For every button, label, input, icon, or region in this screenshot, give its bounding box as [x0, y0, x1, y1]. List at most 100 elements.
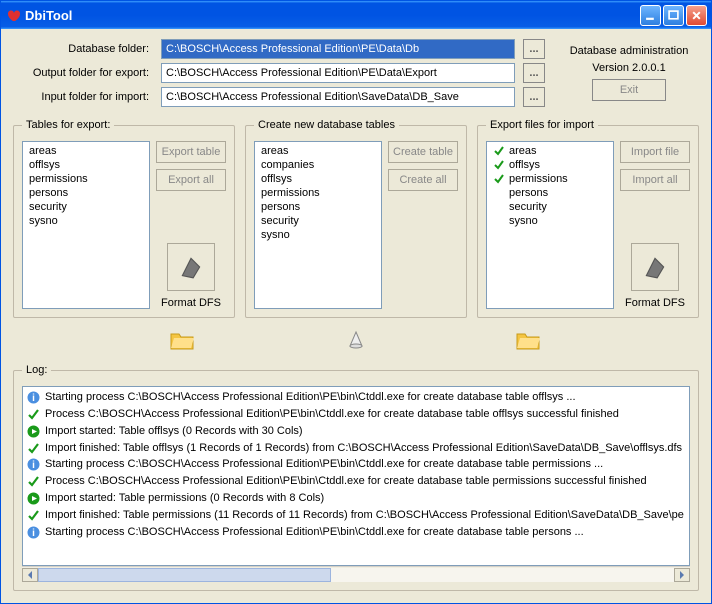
list-item[interactable]: areas [23, 144, 149, 158]
log-row[interactable]: i Starting process C:\BOSCH\Access Profes… [23, 456, 689, 473]
folder-open-left-icon[interactable] [169, 328, 197, 355]
list-item-label: areas [509, 145, 537, 157]
log-text: Import started: Table permissions (0 Rec… [45, 491, 685, 506]
format-dfs-export-label: Format DFS [161, 297, 221, 309]
info-icon: i [27, 458, 41, 471]
list-item[interactable]: offlsys [487, 158, 613, 172]
list-item[interactable]: areas [255, 144, 381, 158]
exit-button[interactable]: Exit [592, 79, 666, 101]
export-panel: Tables for export: areasofflsyspermissio… [13, 119, 235, 318]
export-all-button[interactable]: Export all [156, 169, 226, 191]
svg-text:i: i [32, 393, 35, 404]
log-listbox[interactable]: i Starting process C:\BOSCH\Access Profes… [22, 386, 690, 566]
format-dfs-import-button[interactable] [631, 243, 679, 291]
list-item[interactable]: permissions [255, 186, 381, 200]
play-icon [27, 492, 41, 505]
scroll-left-button[interactable] [22, 568, 38, 582]
import-legend: Export files for import [486, 119, 598, 131]
list-item[interactable]: offlsys [255, 172, 381, 186]
create-all-button[interactable]: Create all [388, 169, 458, 191]
log-text: Import finished: Table offlsys (1 Record… [45, 441, 685, 456]
list-item[interactable]: areas [487, 144, 613, 158]
log-row[interactable]: Import finished: Table offlsys (1 Record… [23, 440, 689, 457]
list-item[interactable]: persons [23, 186, 149, 200]
import-listbox[interactable]: areas offlsys permissionspersonssecuritysy… [486, 141, 614, 309]
check-icon [493, 145, 505, 157]
maximize-button[interactable] [663, 5, 684, 26]
check-icon [493, 159, 505, 171]
list-item[interactable]: security [23, 200, 149, 214]
list-item[interactable]: offlsys [23, 158, 149, 172]
dbfolder-browse-button[interactable]: ... [523, 39, 545, 59]
log-hscrollbar[interactable] [22, 566, 690, 582]
list-item-label: offlsys [509, 159, 540, 171]
ok-icon [27, 509, 41, 522]
list-item-label: permissions [509, 173, 568, 185]
format-dfs-export-button[interactable] [167, 243, 215, 291]
format-dfs-import-label: Format DFS [625, 297, 685, 309]
log-text: Import started: Table offlsys (0 Records… [45, 424, 685, 439]
list-item[interactable]: permissions [487, 172, 613, 186]
dbfolder-input[interactable] [161, 39, 515, 59]
import-file-button[interactable]: Import file [620, 141, 690, 163]
dbfolder-label: Database folder: [13, 43, 153, 55]
list-item[interactable]: sysno [255, 228, 381, 242]
log-row[interactable]: i Starting process C:\BOSCH\Access Profes… [23, 524, 689, 541]
ok-icon [27, 408, 41, 421]
info-icon: i [27, 391, 41, 404]
list-item[interactable]: persons [255, 200, 381, 214]
list-item[interactable]: sysno [23, 214, 149, 228]
info-icon: i [27, 526, 41, 539]
log-text: Process C:\BOSCH\Access Professional Edi… [45, 407, 685, 422]
app-icon [5, 7, 21, 23]
cursor-cone-icon [347, 330, 365, 353]
list-item-label: security [509, 201, 547, 213]
check-icon [493, 173, 505, 185]
ok-icon [27, 442, 41, 455]
export-listbox[interactable]: areasofflsyspermissionspersonssecuritysy… [22, 141, 150, 309]
ok-icon [27, 475, 41, 488]
log-row[interactable]: Import started: Table permissions (0 Rec… [23, 490, 689, 507]
folder-open-right-icon[interactable] [515, 328, 543, 355]
log-text: Process C:\BOSCH\Access Professional Edi… [45, 474, 685, 489]
close-button[interactable] [686, 5, 707, 26]
list-item[interactable]: persons [487, 186, 613, 200]
list-item[interactable]: security [487, 200, 613, 214]
play-icon [27, 425, 41, 438]
create-legend: Create new database tables [254, 119, 399, 131]
import-all-button[interactable]: Import all [620, 169, 690, 191]
log-row[interactable]: Import finished: Table permissions (11 R… [23, 507, 689, 524]
infolder-browse-button[interactable]: ... [523, 87, 545, 107]
export-table-button[interactable]: Export table [156, 141, 226, 163]
list-item[interactable]: permissions [23, 172, 149, 186]
create-listbox[interactable]: areascompaniesofflsyspermissionspersonss… [254, 141, 382, 309]
scroll-track[interactable] [38, 568, 674, 582]
log-row[interactable]: Import started: Table offlsys (0 Records… [23, 423, 689, 440]
minimize-button[interactable] [640, 5, 661, 26]
admin-title: Database administration [570, 45, 689, 58]
log-legend: Log: [22, 364, 51, 376]
list-item[interactable]: sysno [487, 214, 613, 228]
outfolder-input[interactable] [161, 63, 515, 83]
create-panel: Create new database tables areascompanie… [245, 119, 467, 318]
infolder-input[interactable] [161, 87, 515, 107]
create-table-button[interactable]: Create table [388, 141, 458, 163]
titlebar[interactable]: DbiTool [1, 1, 711, 29]
infolder-label: Input folder for import: [13, 91, 153, 103]
log-text: Import finished: Table permissions (11 R… [45, 508, 685, 523]
log-text: Starting process C:\BOSCH\Access Profess… [45, 525, 685, 540]
log-text: Starting process C:\BOSCH\Access Profess… [45, 457, 685, 472]
scroll-right-button[interactable] [674, 568, 690, 582]
outfolder-browse-button[interactable]: ... [523, 63, 545, 83]
outfolder-label: Output folder for export: [13, 67, 153, 79]
list-item[interactable]: companies [255, 158, 381, 172]
svg-text:i: i [32, 528, 35, 539]
log-panel: Log: i Starting process C:\BOSCH\Access P… [13, 364, 699, 591]
admin-version: Version 2.0.0.1 [592, 62, 665, 75]
log-row[interactable]: Process C:\BOSCH\Access Professional Edi… [23, 406, 689, 423]
log-row[interactable]: Process C:\BOSCH\Access Professional Edi… [23, 473, 689, 490]
list-item[interactable]: security [255, 214, 381, 228]
scroll-thumb[interactable] [38, 568, 331, 582]
log-row[interactable]: i Starting process C:\BOSCH\Access Profes… [23, 389, 689, 406]
log-text: Starting process C:\BOSCH\Access Profess… [45, 390, 685, 405]
